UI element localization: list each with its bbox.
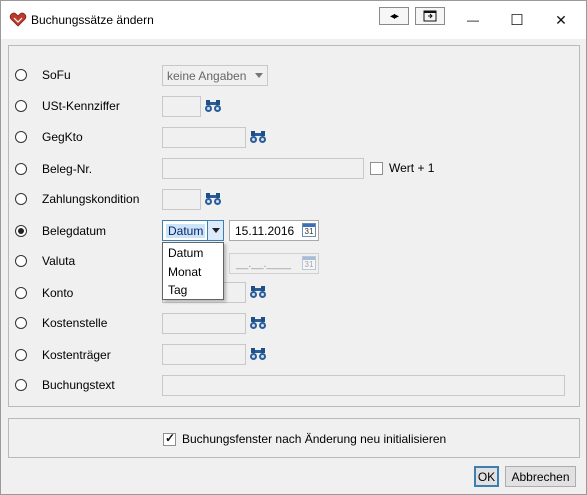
chevron-down-icon — [211, 228, 220, 233]
gegkto-input[interactable] — [162, 127, 246, 148]
row-kostentraeger[interactable]: Kostenträger — [15, 344, 111, 366]
radio-kostenstelle[interactable] — [15, 317, 27, 329]
minimize-button[interactable]: — — [451, 5, 495, 35]
calendar-icon[interactable]: 31 — [302, 223, 316, 237]
beleg-input[interactable] — [162, 158, 364, 179]
radio-sofu[interactable] — [15, 69, 27, 81]
label-zahlung: Zahlungskondition — [42, 192, 140, 206]
radio-beleg[interactable] — [15, 163, 27, 175]
swap-arrows-button[interactable]: ◂▸ — [379, 7, 409, 25]
kostentraeger-input[interactable] — [162, 344, 246, 365]
reinit-checkbox-wrapper[interactable]: Buchungsfenster nach Änderung neu initia… — [163, 431, 447, 446]
reinit-checkbox-label: Buchungsfenster nach Änderung neu initia… — [182, 432, 447, 446]
kostentraeger-lookup-button[interactable] — [248, 344, 268, 364]
ust-lookup-button[interactable] — [203, 96, 223, 116]
radio-ust[interactable] — [15, 100, 27, 112]
row-gegkto[interactable]: GegKto — [15, 126, 83, 148]
label-belegdatum: Belegdatum — [42, 224, 107, 238]
row-buchungstext[interactable]: Buchungstext — [15, 374, 115, 396]
binoculars-icon — [250, 131, 266, 143]
cancel-button[interactable]: Abbrechen — [505, 466, 576, 487]
wert-checkbox[interactable] — [370, 161, 383, 175]
row-beleg[interactable]: Beleg-Nr. — [15, 158, 92, 180]
buchungstext-input[interactable] — [162, 375, 565, 396]
radio-konto[interactable] — [15, 287, 27, 299]
window-title: Buchungssätze ändern — [31, 13, 154, 27]
valuta-date-input[interactable]: __.__.____ 31 — [229, 253, 319, 274]
binoculars-icon — [205, 100, 221, 112]
minimize-icon: — — [467, 13, 479, 27]
radio-belegdatum[interactable] — [15, 225, 27, 237]
row-valuta[interactable]: Valuta — [15, 250, 75, 272]
window-mode-button[interactable] — [415, 7, 445, 25]
radio-gegkto[interactable] — [15, 131, 27, 143]
zahlung-lookup-button[interactable] — [203, 189, 223, 209]
ok-button[interactable]: OK — [474, 466, 499, 487]
maximize-icon: ☐ — [510, 12, 524, 29]
close-icon: ✕ — [555, 11, 567, 28]
label-kostentraeger: Kostenträger — [42, 348, 111, 362]
chevron-down-icon — [255, 73, 263, 78]
reinit-checkbox[interactable] — [163, 431, 176, 446]
row-ust[interactable]: USt-Kennziffer — [15, 95, 120, 117]
belegdatum-period-combo[interactable]: Datum — [162, 220, 224, 241]
gegkto-lookup-button[interactable] — [248, 127, 268, 147]
label-kostenstelle: Kostenstelle — [42, 316, 108, 330]
label-beleg: Beleg-Nr. — [42, 162, 93, 176]
radio-valuta[interactable] — [15, 255, 27, 267]
dropdown-option-tag[interactable]: Tag — [168, 281, 187, 299]
ust-input[interactable] — [162, 96, 201, 117]
dropdown-option-datum[interactable]: Datum — [168, 244, 203, 262]
valuta-date-placeholder: __.__.____ — [236, 257, 292, 270]
row-kostenstelle[interactable]: Kostenstelle — [15, 312, 107, 334]
radio-buchungstext[interactable] — [15, 379, 27, 391]
title-bar[interactable]: Buchungssätze ändern ◂▸ — ☐ ✕ — [1, 1, 586, 39]
row-sofu[interactable]: SoFu — [15, 64, 71, 86]
radio-zahlung[interactable] — [15, 193, 27, 205]
close-button[interactable]: ✕ — [539, 5, 583, 35]
belegdatum-combo-value: Datum — [166, 224, 206, 238]
kostenstelle-input[interactable] — [162, 313, 246, 334]
binoculars-icon — [205, 193, 221, 205]
binoculars-icon — [250, 286, 266, 298]
konto-lookup-button[interactable] — [248, 282, 268, 302]
maximize-button[interactable]: ☐ — [495, 5, 539, 35]
label-gegkto: GegKto — [42, 130, 83, 144]
calendar-icon[interactable]: 31 — [302, 256, 316, 270]
label-ust: USt-Kennziffer — [42, 99, 120, 113]
wert-checkbox-wrapper[interactable]: Wert + 1 — [370, 161, 434, 175]
belegdatum-date-input[interactable]: 15.11.2016 31 — [229, 220, 319, 241]
zahlung-input[interactable] — [162, 189, 201, 210]
binoculars-icon — [250, 348, 266, 360]
sofu-select-value: keine Angaben — [167, 68, 247, 83]
label-buchungstext: Buchungstext — [42, 378, 115, 392]
arrows-left-right-icon: ◂▸ — [389, 10, 399, 22]
row-zahlung[interactable]: Zahlungskondition — [15, 188, 139, 210]
combo-dropdown-button[interactable] — [207, 221, 223, 240]
radio-kostentraeger[interactable] — [15, 349, 27, 361]
belegdatum-dropdown-list: Datum Monat Tag — [162, 242, 224, 300]
binoculars-icon — [250, 317, 266, 329]
window-restore-icon — [423, 10, 437, 22]
label-konto: Konto — [42, 286, 74, 300]
kostenstelle-lookup-button[interactable] — [248, 313, 268, 333]
dialog-window: Buchungssätze ändern ◂▸ — ☐ ✕ SoFu keine… — [0, 0, 587, 495]
app-icon — [9, 12, 27, 27]
row-konto[interactable]: Konto — [15, 282, 73, 304]
label-sofu: SoFu — [42, 68, 71, 82]
belegdatum-date-value: 15.11.2016 — [235, 223, 295, 238]
sofu-select[interactable]: keine Angaben — [162, 65, 268, 86]
row-belegdatum[interactable]: Belegdatum — [15, 220, 106, 242]
dropdown-option-monat[interactable]: Monat — [168, 263, 201, 281]
wert-checkbox-label: Wert + 1 — [389, 161, 435, 175]
label-valuta: Valuta — [42, 254, 76, 268]
